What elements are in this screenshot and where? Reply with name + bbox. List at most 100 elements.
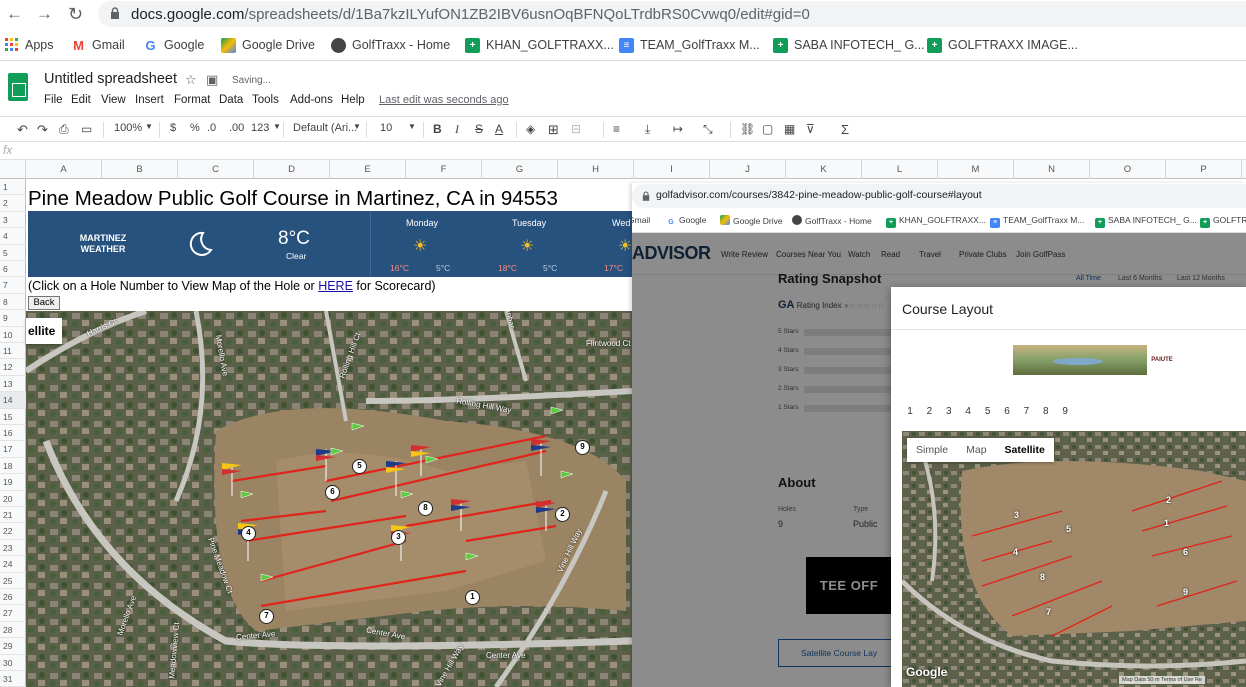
- row-header[interactable]: 2: [0, 195, 26, 212]
- row-header[interactable]: 18: [0, 458, 26, 475]
- bookmark-golftraxx-image[interactable]: + GOLFTRAXX IMAGE...: [927, 37, 1078, 53]
- percent-button[interactable]: %: [190, 122, 200, 134]
- row-header[interactable]: 29: [0, 638, 26, 655]
- course-satellite-map[interactable]: 564738129 Harris Ct Morello Ave Rolling Hi…: [26, 311, 632, 687]
- move-folder-icon[interactable]: ▣: [206, 72, 218, 88]
- column-header[interactable]: B: [102, 160, 178, 179]
- row-header[interactable]: 14: [0, 392, 26, 409]
- popup-bookmark[interactable]: Gmail: [632, 215, 650, 225]
- hole-marker[interactable]: 3: [391, 530, 406, 545]
- row-header[interactable]: 26: [0, 589, 26, 606]
- weather-widget[interactable]: MARTINEZ WEATHER 8°C Clear Monday ☀ 16°C …: [28, 211, 632, 277]
- column-header[interactable]: O: [1090, 160, 1166, 179]
- bookmark-apps[interactable]: Apps: [5, 37, 54, 53]
- hole-tab[interactable]: 7: [1018, 404, 1034, 420]
- row-header[interactable]: 8: [0, 294, 26, 311]
- text-wrap-icon[interactable]: ↦: [673, 122, 683, 136]
- row-header[interactable]: 15: [0, 409, 26, 425]
- modal-hole-number[interactable]: 1: [1164, 518, 1169, 528]
- bold-button[interactable]: B: [433, 122, 442, 136]
- bookmark-gmail[interactable]: M Gmail: [71, 37, 125, 53]
- reload-icon[interactable]: ↻: [68, 4, 83, 25]
- formula-bar[interactable]: fx: [0, 142, 1246, 160]
- sheets-logo-icon[interactable]: [8, 73, 28, 101]
- row-header[interactable]: 11: [0, 343, 26, 360]
- strikethrough-button[interactable]: S: [475, 122, 483, 136]
- row-header[interactable]: 28: [0, 622, 26, 639]
- text-rotation-icon[interactable]: ⤡: [703, 122, 713, 137]
- row-header[interactable]: 19: [0, 474, 26, 491]
- link-icon[interactable]: ⛓: [740, 122, 755, 136]
- row-header[interactable]: 13: [0, 376, 26, 393]
- hole-marker[interactable]: 5: [352, 459, 367, 474]
- fill-color-icon[interactable]: ◈: [526, 122, 535, 136]
- column-header[interactable]: M: [938, 160, 1014, 179]
- bookmark-google[interactable]: G Google: [143, 37, 204, 53]
- menu-format[interactable]: Format: [174, 94, 210, 106]
- popup-bookmark[interactable]: GolfTraxx - Home: [792, 215, 872, 226]
- row-header[interactable]: 22: [0, 523, 26, 540]
- popup-bookmark[interactable]: + SABA INFOTECH_ G...: [1095, 215, 1197, 228]
- address-bar[interactable]: docs.google.com/spreadsheets/d/1Ba7kzILY…: [98, 1, 1246, 27]
- menu-insert[interactable]: Insert: [135, 94, 164, 106]
- modal-hole-number[interactable]: 8: [1040, 572, 1045, 582]
- column-header[interactable]: I: [634, 160, 710, 179]
- hole-tab[interactable]: 3: [941, 404, 957, 420]
- row-header[interactable]: 7: [0, 277, 26, 294]
- bookmark-team[interactable]: ≡ TEAM_GolfTraxx M...: [619, 37, 760, 53]
- hole-marker[interactable]: 8: [418, 501, 433, 516]
- hole-tab[interactable]: 5: [980, 404, 996, 420]
- modal-hole-number[interactable]: 2: [1166, 495, 1171, 505]
- row-header[interactable]: 6: [0, 261, 26, 278]
- hole-tab[interactable]: 6: [999, 404, 1015, 420]
- row-header[interactable]: 12: [0, 359, 26, 376]
- column-header[interactable]: F: [406, 160, 482, 179]
- row-header[interactable]: 1: [0, 179, 26, 196]
- font-select[interactable]: Default (Ari...: [293, 122, 357, 134]
- bookmark-saba[interactable]: + SABA INFOTECH_ G...: [773, 37, 925, 53]
- column-header[interactable]: D: [254, 160, 330, 179]
- last-edit-link[interactable]: Last edit was seconds ago: [379, 94, 509, 106]
- row-header[interactable]: 10: [0, 327, 26, 343]
- scorecard-link[interactable]: HERE: [318, 279, 353, 293]
- row-header[interactable]: 20: [0, 491, 26, 507]
- menu-edit[interactable]: Edit: [71, 94, 91, 106]
- print-icon[interactable]: ⎙: [59, 122, 69, 137]
- column-header[interactable]: G: [482, 160, 558, 179]
- row-header[interactable]: 3: [0, 212, 26, 229]
- map-type-tab[interactable]: Satellite: [996, 438, 1054, 462]
- column-header[interactable]: P: [1166, 160, 1242, 179]
- filter-icon[interactable]: ⊽: [806, 122, 815, 136]
- align-left-icon[interactable]: ≡: [613, 122, 620, 136]
- row-header[interactable]: 30: [0, 655, 26, 671]
- popup-bookmark[interactable]: +GOLFTRAXX IMA...: [1200, 215, 1246, 228]
- text-color-button[interactable]: A: [495, 122, 503, 136]
- map-type-tab[interactable]: Simple: [907, 438, 957, 462]
- menu-tools[interactable]: Tools: [252, 94, 279, 106]
- star-icon[interactable]: ☆: [185, 72, 197, 88]
- modal-hole-number[interactable]: 5: [1066, 524, 1071, 534]
- column-header[interactable]: L: [862, 160, 938, 179]
- hole-tab[interactable]: 2: [921, 404, 937, 420]
- zoom-select[interactable]: 100%: [114, 122, 142, 134]
- hole-tab[interactable]: 9: [1057, 404, 1073, 420]
- map-type-tab[interactable]: Map: [957, 438, 995, 462]
- row-header[interactable]: 21: [0, 507, 26, 524]
- font-size-select[interactable]: 10: [380, 122, 392, 134]
- hole-marker[interactable]: 1: [465, 590, 480, 605]
- document-title[interactable]: Untitled spreadsheet: [44, 71, 177, 87]
- back-arrow-icon[interactable]: ←: [6, 4, 23, 24]
- map-attribution[interactable]: Map Data 50 m Terms of Use Re: [1119, 676, 1205, 684]
- popup-bookmark[interactable]: Google Drive: [720, 215, 783, 226]
- modal-hole-number[interactable]: 3: [1014, 510, 1019, 520]
- select-all-corner[interactable]: [0, 160, 26, 179]
- forward-arrow-icon[interactable]: →: [36, 4, 53, 24]
- row-header[interactable]: 24: [0, 556, 26, 573]
- hole-marker[interactable]: 6: [325, 485, 340, 500]
- decrease-decimal-button[interactable]: .0: [207, 122, 216, 134]
- undo-icon[interactable]: ↶: [17, 122, 28, 138]
- menu-help[interactable]: Help: [341, 94, 365, 106]
- menu-data[interactable]: Data: [219, 94, 243, 106]
- vertical-align-icon[interactable]: ⤓: [645, 122, 650, 137]
- back-button[interactable]: Back: [28, 296, 60, 310]
